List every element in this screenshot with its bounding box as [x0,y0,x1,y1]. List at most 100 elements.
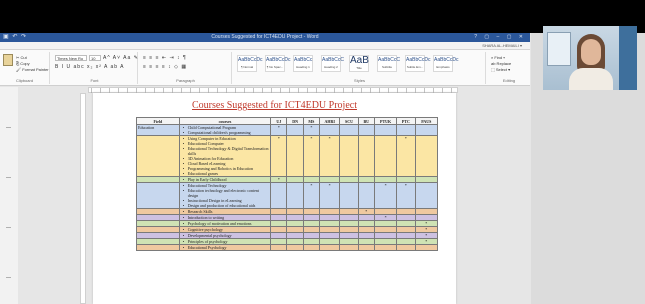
courses-cell: Educational TechnologyEducation technolo… [178,182,272,209]
institution-mark [270,244,288,251]
paragraph-tools-row2[interactable]: ≡ ≡ ≡ ≡ ↕ ◇ ▦ [143,64,187,70]
institution-mark [286,182,304,209]
format-painter-button[interactable]: 🖌 Format Painter [16,67,49,72]
style-sample: AaB [350,55,369,66]
style-name: Heading 2 [324,65,338,69]
course-item: Research Skills [181,209,270,214]
field-cell [136,244,180,251]
style-name: ¶ No Spac... [266,65,284,69]
style-tile[interactable]: AaBbCcDc ¶ Normal [237,55,263,72]
table-header-row: Field courses UJ DN MS AHRI SCU BU PTUK PTC PAUS [136,117,439,125]
style-sample: AaBbCcDc [238,57,263,63]
style-tile[interactable]: AaB Title [349,55,369,72]
courses-cell: Introduction to writing [178,214,272,221]
institution-mark [339,182,359,209]
style-tile[interactable]: AaBbCcDc ¶ No Spac... [265,55,290,72]
course-item: Computational children's programming [181,130,270,135]
style-name: Subtitle [381,65,392,69]
title-bar: ▣ ↶ ↷ Courses Suggested for ICT4EDU Proj… [0,33,530,42]
font-size-box[interactable]: 10 [89,55,101,61]
window-controls[interactable]: ? ▢ – ▢ ✕ [474,34,526,41]
column-header: SCU [339,117,359,125]
column-header: Field [136,117,180,125]
institution-mark: * [302,135,321,177]
style-tile[interactable]: AaBbCcC Subtitle [377,55,400,72]
courses-cell: Psychology of motivation and emotions [178,220,272,227]
institution-mark [339,244,359,251]
institution-mark [286,135,304,177]
font-tools-row1[interactable]: A^ A˅ Aa ✎ [103,55,139,61]
institution-mark [357,124,375,136]
course-item: Psychology of motivation and emotions [181,221,270,226]
column-header: PTC [396,117,416,125]
institution-mark [286,124,304,136]
institution-mark: * [396,182,416,209]
user-account[interactable]: Shara Al-Hemaili ▾ [478,42,526,50]
style-tile[interactable]: AaBbCcDc Emphasis [433,55,459,72]
paragraph-tools-row1[interactable]: ≡ ≡ ≡ ⇤ ⇥ ↕ ¶ [143,55,187,61]
select-button[interactable]: ⬚ Select ▾ [491,67,510,72]
style-tile[interactable]: AaBbCcC Heading 2 [321,55,344,72]
style-tile[interactable]: AaBbCcDc Subtle Em... [405,55,430,72]
institution-mark [286,244,304,251]
institution-mark: * [270,135,288,177]
courses-cell: Play in Early Childhood [178,176,272,183]
document-page[interactable]: Courses Suggested for ICT4EDU Project Fi… [93,93,456,304]
style-tile[interactable]: AaBbCc Heading 1 [293,55,313,72]
paste-icon[interactable] [3,54,13,66]
paragraph-label: Paragraph [176,78,195,83]
institution-mark: * [319,182,341,209]
institution-mark: * [270,124,288,136]
institution-mark [396,124,416,136]
style-sample: AaBbCcC [322,57,344,63]
font-name-box[interactable]: Times New Ro [55,55,87,61]
institution-mark [339,124,359,136]
institution-mark [270,182,288,209]
course-item: Introduction to writing [181,215,270,220]
institution-mark [396,244,416,251]
font-tools-row2[interactable]: B I U abc x₂ x² A ab A [55,64,125,70]
institution-mark [339,135,359,177]
courses-cell: Cognitive psychology [178,226,272,233]
institution-mark [302,244,321,251]
institution-mark [319,244,341,251]
institution-mark: * [373,182,398,209]
institution-mark: * [396,135,416,177]
institution-mark [414,244,439,251]
find-button[interactable]: ⌕ Find ▾ [491,55,505,60]
course-item: Developmental psychology [181,233,270,238]
style-sample: AaBbCcDc [434,57,459,63]
table-body: EducationChild Computational ProgramComp… [136,124,439,251]
replace-button[interactable]: ab Replace [491,61,511,66]
courses-table: Field courses UJ DN MS AHRI SCU BU PTUK PTC PAUS E… [136,117,439,251]
institution-mark [319,124,341,136]
course-item: Play in Early Childhood [181,177,270,182]
table-row: EducationChild Computational ProgramComp… [136,124,439,136]
copy-button[interactable]: ⎘ Copy [16,61,30,66]
column-header: UJ [270,117,288,125]
courses-cell: Educational Psychology [178,244,272,251]
institution-mark [373,244,398,251]
courses-cell: Using Computer in EducationEducational C… [178,135,272,177]
institution-mark [357,135,375,177]
font-group: Times New Ro 10 A^ A˅ Aa ✎ B I U abc x₂ … [52,52,138,84]
column-header: courses [178,117,272,125]
vertical-ruler[interactable] [80,93,86,304]
webcam-feed [543,26,637,90]
institution-mark: * [302,124,321,136]
course-item: Design and production of educational aid… [181,203,270,208]
institution-mark [357,182,375,209]
institution-mark [414,182,439,209]
courses-cell: Principles of psychology [178,238,272,245]
courses-cell: Developmental psychology [178,232,272,239]
editing-label: Editing [502,78,516,83]
column-header: AHRI [319,117,341,125]
courses-cell: Research Skills [178,208,272,215]
styles-group: AaBbCcDc ¶ Normal AaBbCcDc ¶ No Spac... AaBb… [234,52,486,84]
clipboard-group: ✂ Cut ⎘ Copy 🖌 Format Painter Clipboard [0,52,50,84]
institution-mark [357,244,375,251]
cut-button[interactable]: ✂ Cut [16,55,27,60]
field-cell [136,135,180,177]
style-name: Subtle Em... [406,65,424,69]
style-name: Title [356,66,362,70]
